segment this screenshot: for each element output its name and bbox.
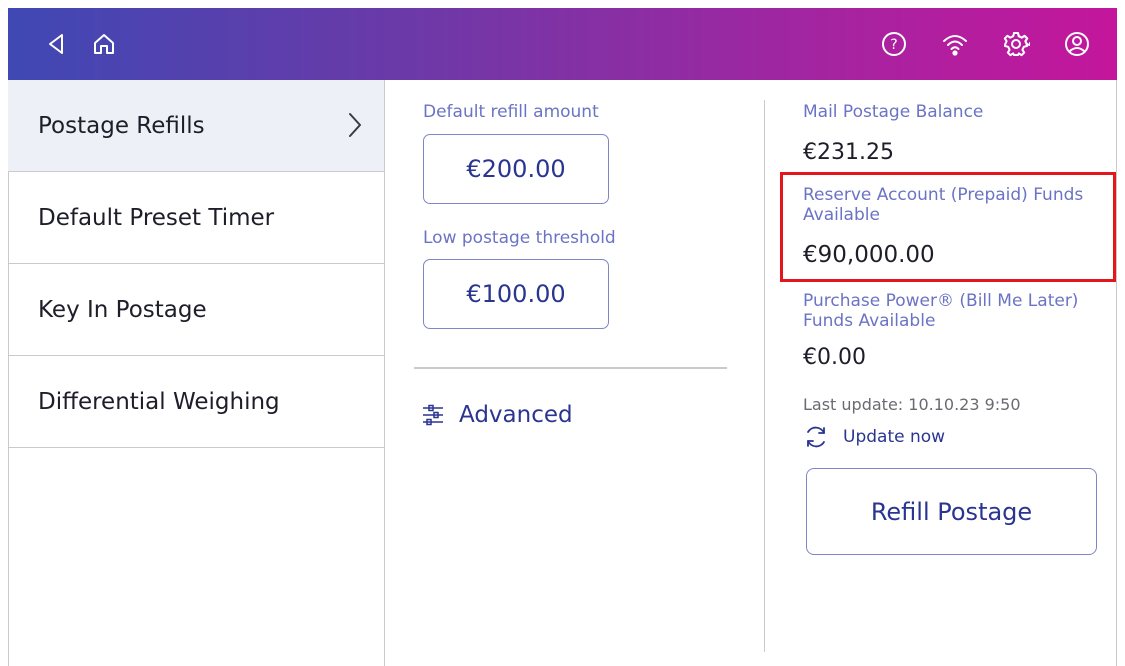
help-glyph: ? [890,37,897,53]
column-divider [764,100,765,652]
sidebar-item-differential-weighing[interactable]: Differential Weighing [8,356,384,448]
home-icon[interactable] [86,26,122,62]
last-update-text: Last update: 10.10.23 9:50 [803,395,1021,414]
update-now-link[interactable]: Update now [803,424,945,450]
sidebar-item-label: Differential Weighing [38,388,280,415]
wifi-icon[interactable] [937,26,973,62]
sidebar-item-key-in-postage[interactable]: Key In Postage [8,264,384,356]
account-icon[interactable] [1059,26,1095,62]
advanced-link[interactable]: Advanced [421,402,573,428]
advanced-label: Advanced [459,402,573,428]
back-icon[interactable] [38,26,74,62]
low-threshold-label: Low postage threshold [423,228,616,248]
sidebar-item-postage-refills[interactable]: Postage Refills [8,80,384,172]
sliders-icon [423,404,443,426]
purchase-power-label: Purchase Power® (Bill Me Later) Funds Av… [803,291,1079,331]
chevron-right-icon [349,113,361,137]
update-now-label: Update now [843,427,946,447]
sidebar: Postage Refills Default Preset Timer Key… [8,80,385,666]
purchase-power-value: €0.00 [803,345,866,370]
section-divider [414,367,727,369]
sidebar-item-default-preset-timer[interactable]: Default Preset Timer [8,172,384,264]
refill-postage-button[interactable]: Refill Postage [806,468,1097,555]
refresh-icon [807,426,825,448]
settings-icon[interactable] [998,26,1034,62]
sidebar-item-label: Postage Refills [38,112,205,139]
low-threshold-amount-button[interactable]: €100.00 [423,259,609,329]
highlight-box [780,172,1116,282]
sidebar-item-label: Key In Postage [38,296,207,323]
default-refill-amount-button[interactable]: €200.00 [423,134,609,204]
default-refill-label: Default refill amount [423,102,599,122]
sidebar-item-label: Default Preset Timer [38,204,275,231]
mail-balance-label: Mail Postage Balance [803,102,984,122]
top-bar: ? [8,8,1117,80]
mail-balance-value: €231.25 [803,140,894,165]
help-icon[interactable]: ? [876,26,912,62]
